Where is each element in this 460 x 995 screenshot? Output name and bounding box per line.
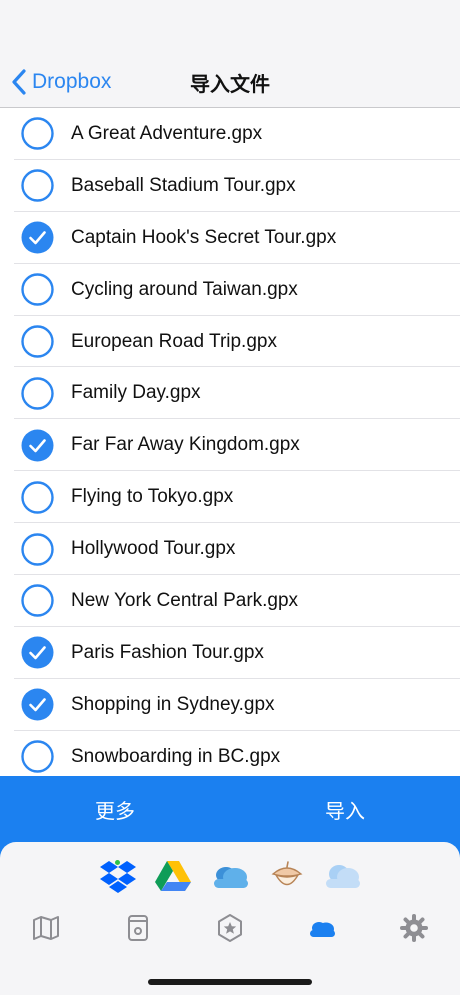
checkbox-unchecked-icon[interactable]: [21, 740, 54, 773]
file-name: Shopping in Sydney.gpx: [71, 693, 275, 715]
file-name: European Road Trip.gpx: [71, 330, 277, 352]
checkbox-unchecked-icon[interactable]: [21, 273, 54, 306]
checkbox-unchecked-icon[interactable]: [21, 377, 54, 410]
more-button[interactable]: 更多: [0, 776, 230, 842]
checkbox-unchecked-icon[interactable]: [21, 117, 54, 151]
file-row[interactable]: A Great Adventure.gpx: [0, 108, 460, 160]
file-name: Family Day.gpx: [71, 382, 201, 404]
icloud-service-button[interactable]: [320, 856, 364, 896]
tab-cloud[interactable]: [302, 908, 342, 948]
file-row[interactable]: Hollywood Tour.gpx: [0, 523, 460, 575]
acorn-icon: [271, 861, 303, 886]
file-row[interactable]: Baseball Stadium Tour.gpx: [0, 160, 460, 212]
file-row[interactable]: Shopping in Sydney.gpx: [0, 679, 460, 731]
checkbox-checked-icon[interactable]: [21, 688, 54, 721]
file-name: Cycling around Taiwan.gpx: [71, 278, 298, 300]
file-name: Hollywood Tour.gpx: [71, 538, 236, 560]
onedrive-service-button[interactable]: [208, 856, 252, 896]
checkbox-checked-icon[interactable]: [21, 636, 54, 669]
google-drive-icon: [155, 861, 191, 891]
service-switcher: [0, 856, 460, 896]
file-name: Snowboarding in BC.gpx: [71, 745, 281, 767]
home-indicator: [148, 979, 312, 985]
acorn-service-button[interactable]: [265, 856, 309, 896]
import-button[interactable]: 导入: [230, 776, 460, 842]
map-icon: [33, 916, 59, 940]
dropbox-icon: [100, 861, 136, 893]
file-name: Paris Fashion Tour.gpx: [71, 641, 264, 663]
file-row[interactable]: Cycling around Taiwan.gpx: [0, 264, 460, 316]
file-row[interactable]: European Road Trip.gpx: [0, 316, 460, 368]
tab-device[interactable]: [118, 908, 158, 948]
tab-bar: [0, 908, 460, 948]
file-row[interactable]: Family Day.gpx: [0, 367, 460, 420]
file-row[interactable]: Paris Fashion Tour.gpx: [0, 627, 460, 679]
file-name: A Great Adventure.gpx: [71, 122, 263, 144]
checkbox-unchecked-icon[interactable]: [21, 480, 54, 514]
file-name: Far Far Away Kingdom.gpx: [71, 434, 300, 456]
tab-badge[interactable]: [210, 908, 250, 948]
file-name: Flying to Tokyo.gpx: [71, 486, 234, 508]
checkbox-checked-icon[interactable]: [21, 221, 54, 254]
gear-icon: [400, 914, 428, 942]
checkbox-unchecked-icon[interactable]: [21, 325, 54, 358]
dropbox-service-button[interactable]: [96, 856, 140, 896]
navigation-bar: Dropbox 导入文件: [0, 0, 460, 108]
file-row[interactable]: New York Central Park.gpx: [0, 575, 460, 627]
badge-icon: [218, 914, 242, 942]
google-drive-service-button[interactable]: [151, 856, 195, 896]
onedrive-icon: [214, 867, 248, 888]
action-bar: 更多 导入: [0, 776, 460, 842]
bottom-panel: [0, 842, 460, 995]
file-row[interactable]: Captain Hook's Secret Tour.gpx: [0, 212, 460, 264]
tab-settings[interactable]: [394, 908, 434, 948]
page-title: 导入文件: [190, 72, 270, 96]
checkbox-checked-icon[interactable]: [21, 429, 54, 462]
tab-map[interactable]: [26, 908, 66, 948]
icloud-icon: [326, 865, 360, 888]
device-icon: [128, 915, 148, 941]
file-row[interactable]: Flying to Tokyo.gpx: [0, 471, 460, 524]
checkbox-unchecked-icon[interactable]: [21, 169, 54, 203]
file-name: New York Central Park.gpx: [71, 589, 299, 611]
cloud-icon: [310, 922, 335, 937]
file-row[interactable]: Snowboarding in BC.gpx: [0, 731, 460, 776]
file-list: A Great Adventure.gpx Baseball Stadium To…: [0, 108, 460, 776]
checkbox-unchecked-icon[interactable]: [21, 532, 54, 566]
file-name: Baseball Stadium Tour.gpx: [71, 174, 296, 196]
file-row[interactable]: Far Far Away Kingdom.gpx: [0, 419, 460, 472]
checkbox-unchecked-icon[interactable]: [21, 584, 54, 618]
file-name: Captain Hook's Secret Tour.gpx: [71, 226, 337, 248]
